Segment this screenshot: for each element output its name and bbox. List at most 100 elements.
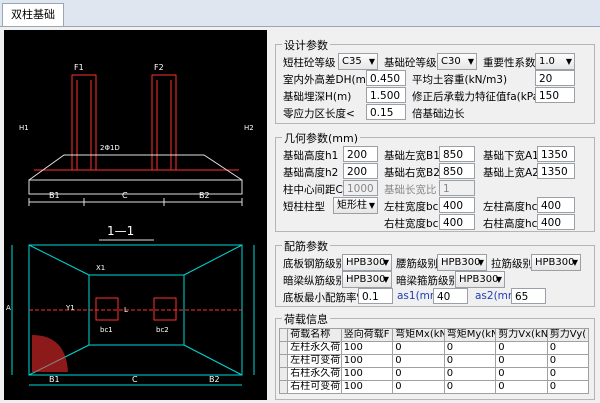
- zero-stress-suffix: 倍基础边长: [412, 108, 465, 120]
- bc1-input[interactable]: 400: [439, 197, 475, 213]
- tie-rebar-select[interactable]: HPB300 ▼: [531, 254, 581, 271]
- col-grade-label: 短柱砼等级: [283, 57, 336, 69]
- zero-stress-input[interactable]: 0.15: [366, 104, 406, 120]
- chevron-down-icon: ▼: [565, 57, 572, 66]
- beam-long-label: 暗梁纵筋级别: [283, 275, 346, 287]
- b2-input[interactable]: 850: [439, 163, 475, 179]
- a2-input[interactable]: 1350: [537, 163, 575, 179]
- as2-input[interactable]: 65: [511, 288, 546, 304]
- cell[interactable]: 0: [546, 367, 590, 381]
- loads-table-header: 荷载名称 竖向荷载F 弯矩Mx(kN* 弯矩My(kN* 剪力Vx(kN) 剪力…: [278, 328, 590, 342]
- as1-input[interactable]: 40: [433, 288, 468, 304]
- beam-long-value: HPB300: [346, 274, 386, 285]
- chevron-down-icon: ▼: [368, 57, 375, 66]
- cell[interactable]: 0: [443, 367, 497, 381]
- chevron-down-icon: ▼: [382, 258, 389, 267]
- dh-input[interactable]: 0.450: [366, 70, 406, 86]
- table-row[interactable]: 左柱可变荷载 100 0 0 0 0: [278, 354, 590, 368]
- cell[interactable]: 右柱永久荷载: [287, 367, 342, 381]
- importance-value: 1.0: [539, 56, 555, 67]
- hc1-label: 左柱高度hc1: [483, 201, 545, 213]
- coltype-label: 短柱柱型: [283, 201, 325, 213]
- importance-select[interactable]: 1.0 ▼: [535, 53, 575, 70]
- c-input[interactable]: 1000: [343, 180, 378, 196]
- bottom-rebar-select[interactable]: HPB300 ▼: [342, 254, 392, 271]
- waist-rebar-label: 腰筋级别: [396, 258, 438, 270]
- cell[interactable]: 右柱可变荷载: [287, 380, 342, 394]
- mark-y1: Y1: [65, 304, 75, 312]
- row-header[interactable]: [278, 367, 289, 381]
- rebar-params-title: 配筋参数: [282, 238, 330, 254]
- row-header[interactable]: [278, 341, 289, 355]
- header-vx: 剪力Vx(kN): [495, 328, 548, 342]
- bottom-rebar-value: HPB300: [346, 257, 386, 268]
- row-header[interactable]: [278, 354, 289, 368]
- cell[interactable]: 0: [495, 354, 548, 368]
- waist-rebar-value: HPB300: [441, 257, 481, 268]
- table-row[interactable]: 左柱永久荷载 100 0 0 0 0: [278, 341, 590, 355]
- cell[interactable]: 100: [340, 367, 394, 381]
- hc2-input[interactable]: 400: [537, 214, 575, 230]
- fa-input[interactable]: 150: [535, 87, 575, 103]
- cell[interactable]: 0: [392, 367, 445, 381]
- cell[interactable]: 左柱可变荷载: [287, 354, 342, 368]
- tab-double-column-foundation[interactable]: 双柱基础: [2, 3, 64, 26]
- chevron-down-icon: ▼: [368, 201, 375, 210]
- chevron-down-icon: ▼: [571, 258, 578, 267]
- cell[interactable]: 100: [340, 380, 394, 394]
- ratio-label: 基础长宽比: [384, 184, 437, 196]
- table-row[interactable]: 右柱可变荷载 100 0 0 0 0: [278, 380, 590, 394]
- mark-h2: H2: [244, 124, 254, 132]
- design-params-title: 设计参数: [282, 37, 330, 53]
- cell[interactable]: 100: [340, 354, 394, 368]
- min-ratio-label: 底板最小配筋率%: [283, 292, 367, 304]
- depth-input[interactable]: 1.500: [366, 87, 406, 103]
- ratio-input[interactable]: 1: [439, 180, 475, 196]
- tie-rebar-value: HPB300: [535, 257, 575, 268]
- cell[interactable]: 0: [495, 367, 548, 381]
- cell[interactable]: 0: [443, 354, 497, 368]
- importance-label: 重要性系数: [483, 57, 536, 69]
- coltype-value: 矩形柱: [337, 200, 367, 211]
- cell[interactable]: 0: [546, 354, 590, 368]
- beam-long-select[interactable]: HPB300 ▼: [342, 271, 392, 288]
- waist-rebar-select[interactable]: HPB300 ▼: [437, 254, 487, 271]
- beam-stirrup-select[interactable]: HPB300 ▼: [455, 271, 505, 288]
- b2-label: 基础右宽B2: [384, 167, 440, 179]
- foundation-drawing-svg: F1 F2 B1 C B2 1—1 2Φ1D H1 H2 X1 Y1 bc1 b…: [6, 63, 255, 386]
- soil-input[interactable]: 20: [535, 70, 575, 86]
- col-grade-value: C35: [342, 56, 362, 67]
- row-header[interactable]: [278, 380, 289, 394]
- cell[interactable]: 0: [392, 354, 445, 368]
- bc2-input[interactable]: 400: [439, 214, 475, 230]
- h2-input[interactable]: 200: [343, 163, 378, 179]
- base-grade-select[interactable]: C30 ▼: [437, 53, 477, 70]
- chevron-down-icon: ▼: [382, 275, 389, 284]
- cell[interactable]: 0: [392, 380, 445, 394]
- min-ratio-input[interactable]: 0.1: [358, 288, 393, 304]
- b1-input[interactable]: 850: [439, 146, 475, 162]
- cell[interactable]: 0: [443, 341, 497, 355]
- coltype-select[interactable]: 矩形柱 ▼: [333, 197, 378, 214]
- plan-mark-b2: B2: [209, 375, 220, 384]
- cell[interactable]: 左柱永久荷载: [287, 341, 342, 355]
- cell[interactable]: 0: [495, 341, 548, 355]
- a1-input[interactable]: 1350: [537, 146, 575, 162]
- mark-f2: F2: [154, 63, 164, 72]
- table-row[interactable]: 右柱永久荷载 100 0 0 0 0: [278, 367, 590, 381]
- h1-label: 基础高度h1: [283, 150, 339, 162]
- cell[interactable]: 0: [546, 341, 590, 355]
- cell[interactable]: 100: [340, 341, 394, 355]
- cell[interactable]: 0: [495, 380, 548, 394]
- mark-rebar: 2Φ1D: [100, 144, 120, 152]
- hc1-input[interactable]: 400: [537, 197, 575, 213]
- col-grade-select[interactable]: C35 ▼: [338, 53, 378, 70]
- cell[interactable]: 0: [392, 341, 445, 355]
- cell[interactable]: 0: [443, 380, 497, 394]
- cell[interactable]: 0: [546, 380, 590, 394]
- section-label: 1—1: [107, 224, 134, 238]
- header-vertical-load: 竖向荷载F: [340, 328, 394, 342]
- mark-f1: F1: [74, 63, 84, 72]
- h1-input[interactable]: 200: [343, 146, 378, 162]
- loads-table[interactable]: 荷载名称 竖向荷载F 弯矩Mx(kN* 弯矩My(kN* 剪力Vx(kN) 剪力…: [278, 328, 590, 394]
